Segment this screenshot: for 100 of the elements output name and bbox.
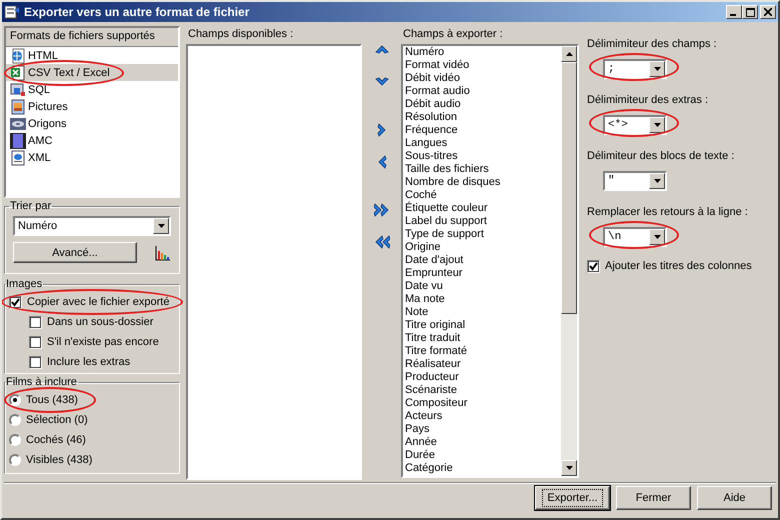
field-item[interactable]: Taille des fichiers <box>405 163 561 176</box>
document-icon <box>10 150 26 166</box>
sort-dropdown[interactable]: Numéro <box>13 216 171 236</box>
format-item[interactable]: Pictures <box>6 98 178 115</box>
field-item[interactable]: Numéro <box>405 46 561 59</box>
field-item[interactable]: Type de support <box>405 228 561 241</box>
field-item[interactable]: Titre traduit <box>405 332 561 345</box>
group-label: Images <box>5 278 44 290</box>
format-item[interactable]: Origons <box>6 115 178 132</box>
caret-icon <box>654 123 660 127</box>
check-icon <box>11 298 20 306</box>
radio-option[interactable]: Tous (438) <box>9 390 171 410</box>
radio-option[interactable]: Visibles (438) <box>9 450 171 470</box>
radio-option[interactable]: Sélection (0) <box>9 410 171 430</box>
checkbox-option[interactable]: Ajouter les titres des colonnes <box>587 257 776 275</box>
field-item[interactable]: Sous-titres <box>405 150 561 163</box>
field-item[interactable]: Résolution <box>405 111 561 124</box>
field-item[interactable]: Emprunteur <box>405 267 561 280</box>
checkbox[interactable] <box>587 260 600 272</box>
field-item[interactable]: Coché <box>405 189 561 202</box>
field-item[interactable]: Note <box>405 306 561 319</box>
format-label: XML <box>28 152 51 164</box>
radio-button[interactable] <box>9 414 21 426</box>
checkbox-label: Copier avec le fichier exporté <box>27 296 170 308</box>
checkbox-option[interactable]: S'il n'existe pas encore <box>9 332 171 352</box>
maximize-icon <box>746 8 754 16</box>
field-item[interactable]: Scénariste <box>405 384 561 397</box>
field-item[interactable]: Format vidéo <box>405 59 561 72</box>
field-item[interactable]: Catégorie <box>405 462 561 475</box>
field-item[interactable]: Titre original <box>405 319 561 332</box>
dropdown-button[interactable] <box>649 61 665 77</box>
globe-icon <box>10 48 26 64</box>
field-item[interactable]: Réalisateur <box>405 358 561 371</box>
field-item[interactable]: Date d'ajout <box>405 254 561 267</box>
field-item[interactable]: Acteurs <box>405 410 561 423</box>
field-item[interactable]: Label du support <box>405 215 561 228</box>
field-item[interactable]: Année <box>405 436 561 449</box>
field-item[interactable]: Langues <box>405 137 561 150</box>
available-fields-list[interactable] <box>186 44 362 480</box>
app-icon <box>4 4 20 20</box>
field-item[interactable]: Producteur <box>405 371 561 384</box>
radio-button[interactable] <box>9 454 21 466</box>
scrollbar[interactable] <box>561 46 577 476</box>
field-item[interactable]: Pays <box>405 423 561 436</box>
minimize-button[interactable] <box>726 5 742 19</box>
checkbox-option[interactable]: Dans un sous-dossier <box>9 312 171 332</box>
dropdown-button[interactable] <box>649 229 665 245</box>
format-label: AMC <box>28 134 52 146</box>
delimiter-dropdown[interactable]: <*> <box>603 115 667 135</box>
scroll-down-button[interactable] <box>561 460 577 476</box>
delimiter-dropdown[interactable]: " <box>603 171 667 191</box>
field-item[interactable]: Format audio <box>405 85 561 98</box>
scroll-up-button[interactable] <box>561 46 577 62</box>
chart-icon[interactable] <box>155 244 171 260</box>
dropdown-value: ; <box>607 63 616 75</box>
dropdown-value: <*> <box>607 119 629 131</box>
dialog-button[interactable]: Exporter... <box>535 486 610 510</box>
checkbox[interactable] <box>29 316 42 328</box>
checkbox[interactable] <box>29 356 42 368</box>
field-item[interactable]: Étiquette couleur <box>405 202 561 215</box>
checkbox-label: Ajouter les titres des colonnes <box>605 260 752 272</box>
field-item[interactable]: Durée <box>405 449 561 462</box>
format-label: Pictures <box>28 100 68 112</box>
dialog-button[interactable]: Fermer <box>616 486 691 510</box>
field-item[interactable]: Titre formaté <box>405 345 561 358</box>
field-item[interactable]: Ma note <box>405 293 561 306</box>
radio-button[interactable] <box>9 434 21 446</box>
close-button[interactable] <box>760 5 776 19</box>
delimiter-dropdown[interactable]: \n <box>603 227 667 247</box>
checkbox[interactable] <box>29 336 42 348</box>
scroll-thumb[interactable] <box>561 62 577 314</box>
field-item[interactable]: Origine <box>405 241 561 254</box>
dialog-button[interactable]: Aide <box>697 486 772 510</box>
format-item[interactable]: XML <box>6 149 178 166</box>
field-item[interactable]: Compositeur <box>405 397 561 410</box>
delimiter-label: Délimimiteur des extras : <box>587 94 710 108</box>
field-item[interactable]: Débit vidéo <box>405 72 561 85</box>
format-item[interactable]: AMC <box>6 132 178 149</box>
list-header: Formats de fichiers supportés <box>6 28 178 47</box>
checkbox-option[interactable]: Copier avec le fichier exporté <box>9 292 171 312</box>
format-item[interactable]: SQL <box>6 81 178 98</box>
field-item[interactable]: Nombre de disques <box>405 176 561 189</box>
dropdown-button[interactable] <box>153 218 169 234</box>
dropdown-button[interactable] <box>649 117 665 133</box>
checkbox[interactable] <box>9 296 22 308</box>
field-item[interactable]: Fréquence <box>405 124 561 137</box>
radio-option[interactable]: Cochés (46) <box>9 430 171 450</box>
format-item[interactable]: CSV Text / Excel <box>6 64 178 81</box>
checkbox-label: Dans un sous-dossier <box>47 316 154 328</box>
delimiter-dropdown[interactable]: ; <box>603 59 667 79</box>
format-label: HTML <box>28 50 58 62</box>
maximize-button[interactable] <box>742 5 758 19</box>
format-item[interactable]: HTML <box>6 47 178 64</box>
field-item[interactable]: Date vu <box>405 280 561 293</box>
dropdown-button[interactable] <box>649 173 665 189</box>
dropdown-value: " <box>607 175 616 187</box>
checkbox-option[interactable]: Inclure les extras <box>9 352 171 372</box>
radio-button[interactable] <box>9 394 21 406</box>
advanced-button[interactable]: Avancé... <box>13 242 137 263</box>
field-item[interactable]: Débit audio <box>405 98 561 111</box>
